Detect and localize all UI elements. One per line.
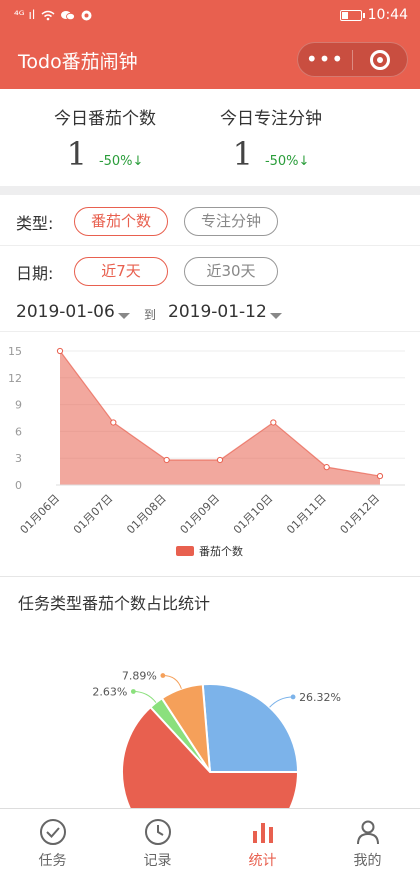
stat-value: 1 bbox=[232, 135, 253, 173]
area-chart: 0369121501月06日 01月07日 01月08日 01月09日 01月10日 01… bbox=[8, 345, 405, 537]
x-tick-label: 01月11日 bbox=[284, 492, 329, 537]
x-tick-label: 01月08日 bbox=[124, 492, 169, 537]
y-tick-label: 3 bbox=[15, 452, 22, 465]
pie-leader-line bbox=[133, 691, 157, 703]
data-point bbox=[163, 456, 170, 464]
status-time: 10:44 bbox=[367, 7, 408, 23]
tab-label: 我的 bbox=[353, 853, 382, 869]
pie-leader-dot bbox=[290, 694, 296, 700]
data-point bbox=[216, 456, 224, 464]
pie-data-label: 7.89% bbox=[122, 670, 157, 683]
clock-icon bbox=[144, 819, 171, 845]
y-tick-label: 15 bbox=[8, 345, 22, 358]
start-date-picker[interactable]: 2019-01-06 bbox=[16, 302, 115, 322]
app-icon bbox=[81, 10, 92, 20]
date-option-7-days[interactable]: 近7天 bbox=[74, 257, 168, 286]
tab-bar: 任务 记录 统计 我的 bbox=[0, 808, 420, 871]
y-tick-label: 9 bbox=[15, 399, 22, 412]
start-date-dropdown-icon[interactable] bbox=[118, 313, 130, 319]
pie-data-label: 2.63% bbox=[92, 686, 127, 699]
wechat-icon bbox=[61, 10, 76, 20]
today-stats: 今日番茄个数 1 -50%↓ 今日专注分钟 1 -50%↓ bbox=[0, 89, 420, 186]
page-title: Todo番茄闹钟 bbox=[18, 51, 138, 73]
wifi-icon bbox=[41, 10, 55, 20]
status-icons: ⁴ᴳ ıl bbox=[14, 8, 92, 22]
type-option-tomato-count[interactable]: 番茄个数 bbox=[74, 207, 168, 236]
pie-leader-dot bbox=[130, 689, 136, 694]
data-point bbox=[323, 464, 330, 471]
x-tick-label: 01月06日 bbox=[18, 492, 63, 537]
more-button[interactable]: ••• bbox=[298, 42, 352, 77]
data-point bbox=[376, 472, 384, 480]
tab-tasks[interactable]: 任务 bbox=[0, 809, 105, 871]
miniprogram-capsule: ••• bbox=[297, 42, 408, 77]
data-point bbox=[270, 419, 277, 426]
pie-data-label: 26.32% bbox=[299, 691, 341, 704]
tab-profile[interactable]: 我的 bbox=[315, 809, 420, 871]
tab-label: 任务 bbox=[38, 853, 67, 869]
stat-value: 1 bbox=[66, 135, 87, 173]
pie-slice bbox=[201, 683, 300, 773]
section-divider bbox=[0, 576, 420, 577]
section-divider bbox=[0, 186, 420, 195]
pie-chart: 26.32% 7.89% 2.63% bbox=[92, 670, 341, 808]
date-range: 2019-01-06 到 2019-01-12 bbox=[0, 296, 420, 332]
y-tick-label: 12 bbox=[8, 372, 22, 385]
x-tick-label: 01月12日 bbox=[338, 492, 383, 537]
check-circle-icon bbox=[39, 819, 66, 845]
signal-icon: ⁴ᴳ ıl bbox=[14, 8, 36, 22]
stat-change: -50%↓ bbox=[98, 154, 144, 169]
daily-tomato-chart: 0 3 6 9 12 15 01月06日 01月07日 01月08日 01月09日 01月10日 01… bbox=[0, 333, 420, 563]
x-tick-label: 01月07日 bbox=[71, 492, 116, 537]
legend-label: 番茄个数 bbox=[199, 545, 243, 558]
stat-change: -50%↓ bbox=[264, 154, 310, 169]
series-area bbox=[60, 351, 380, 485]
tab-label: 统计 bbox=[248, 853, 277, 869]
x-tick-label: 01月09日 bbox=[178, 492, 223, 537]
data-point bbox=[56, 347, 64, 355]
user-icon bbox=[356, 820, 379, 845]
stat-focus-minutes: 今日专注分钟 1 -50%↓ bbox=[166, 89, 376, 173]
task-type-pie-chart: 26.32% 7.89% 2.63% bbox=[0, 620, 420, 808]
type-option-focus-minutes[interactable]: 专注分钟 bbox=[184, 207, 278, 236]
nav-bar: Todo番茄闹钟 ••• bbox=[0, 30, 420, 89]
chart-legend: 番茄个数 bbox=[176, 543, 243, 559]
pie-leader-line bbox=[269, 696, 294, 708]
close-button[interactable] bbox=[353, 49, 407, 70]
type-filter-label: 类型: bbox=[16, 214, 54, 233]
date-option-30-days[interactable]: 近30天 bbox=[184, 257, 278, 286]
end-date-picker[interactable]: 2019-01-12 bbox=[168, 302, 267, 322]
type-filter: 类型: 番茄个数 专注分钟 bbox=[0, 196, 420, 246]
y-tick-label: 0 bbox=[15, 479, 22, 492]
date-filter-label: 日期: bbox=[16, 264, 54, 283]
close-target-icon bbox=[370, 49, 390, 70]
x-tick-label: 01月10日 bbox=[231, 492, 276, 537]
tab-statistics[interactable]: 统计 bbox=[210, 809, 315, 871]
status-bar: ⁴ᴳ ıl 10:44 bbox=[0, 0, 420, 30]
pie-section-title: 任务类型番茄个数占比统计 bbox=[18, 594, 211, 613]
data-point bbox=[110, 419, 117, 426]
date-filter: 日期: 近7天 近30天 bbox=[0, 246, 420, 296]
end-date-dropdown-icon[interactable] bbox=[270, 313, 282, 319]
bar-chart-icon bbox=[252, 823, 273, 843]
pie-leader-dot bbox=[160, 673, 166, 678]
y-tick-label: 6 bbox=[15, 425, 22, 438]
date-range-separator: 到 bbox=[144, 308, 157, 322]
stat-label: 今日专注分钟 bbox=[220, 109, 322, 129]
tab-label: 记录 bbox=[143, 853, 172, 869]
pie-leader-line bbox=[162, 675, 182, 689]
legend-swatch bbox=[176, 546, 194, 556]
tab-records[interactable]: 记录 bbox=[105, 809, 210, 871]
battery-icon bbox=[339, 9, 365, 21]
